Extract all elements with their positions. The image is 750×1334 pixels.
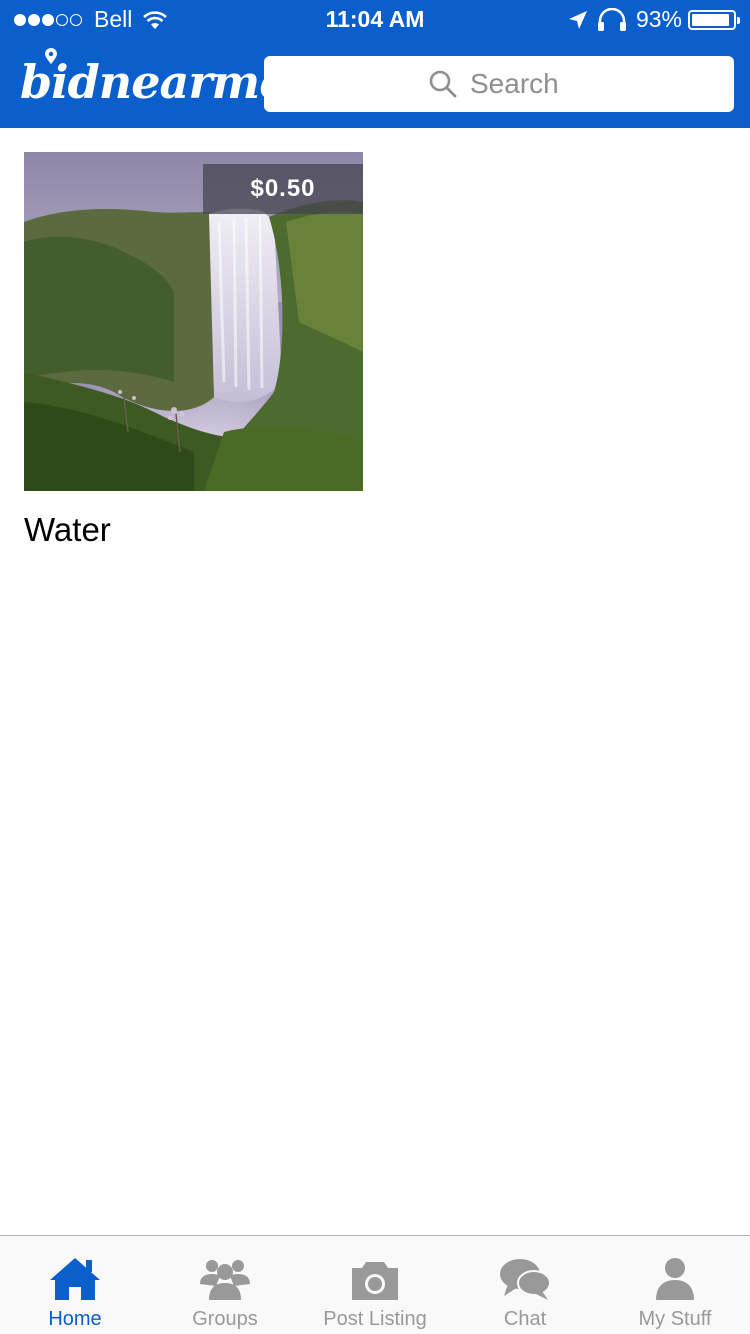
tab-label: Chat [503, 1308, 547, 1330]
wifi-icon [143, 10, 168, 29]
carrier-name: Bell [94, 6, 133, 32]
search-icon [429, 70, 457, 98]
cell-signal-icon [14, 13, 84, 26]
tab-chat[interactable]: Chat [450, 1236, 600, 1334]
tab-post-listing[interactable]: Post Listing [300, 1236, 450, 1334]
location-arrow-icon [568, 10, 587, 29]
map-pin-icon [45, 48, 57, 64]
tab-label: Groups [192, 1308, 258, 1330]
tab-home[interactable]: Home [0, 1236, 150, 1334]
user-icon [656, 1258, 694, 1300]
logo-text: bidnearme [20, 55, 288, 109]
tab-groups[interactable]: Groups [150, 1236, 300, 1334]
search-bar[interactable] [264, 56, 734, 112]
tab-label: Home [48, 1308, 102, 1330]
app-header: bidnearme [0, 40, 750, 128]
battery-percent: 93% [635, 6, 682, 32]
status-bar: Bell 11:04 AM 93% [0, 0, 750, 40]
price-badge: $0.50 [203, 164, 363, 214]
chat-icon [500, 1259, 551, 1300]
app-logo[interactable]: bidnearme [20, 48, 288, 112]
tab-bar: Home Groups Post Listing Chat My Stuff [0, 1235, 750, 1334]
tab-label: My Stuff [638, 1308, 712, 1330]
groups-icon [200, 1260, 250, 1300]
tab-label: Post Listing [323, 1308, 427, 1330]
camera-icon [352, 1262, 398, 1300]
search-input[interactable] [470, 68, 570, 100]
battery-icon [688, 9, 740, 30]
status-right: 93% [568, 6, 740, 33]
listing-title[interactable]: Water [24, 511, 363, 549]
headphones-icon [597, 7, 626, 31]
home-icon [50, 1258, 100, 1300]
listing-card[interactable]: $0.50 Water [24, 152, 363, 549]
listing-image-waterfall[interactable]: $0.50 [24, 152, 363, 491]
status-left: Bell [14, 6, 168, 33]
tab-my-stuff[interactable]: My Stuff [600, 1236, 750, 1334]
